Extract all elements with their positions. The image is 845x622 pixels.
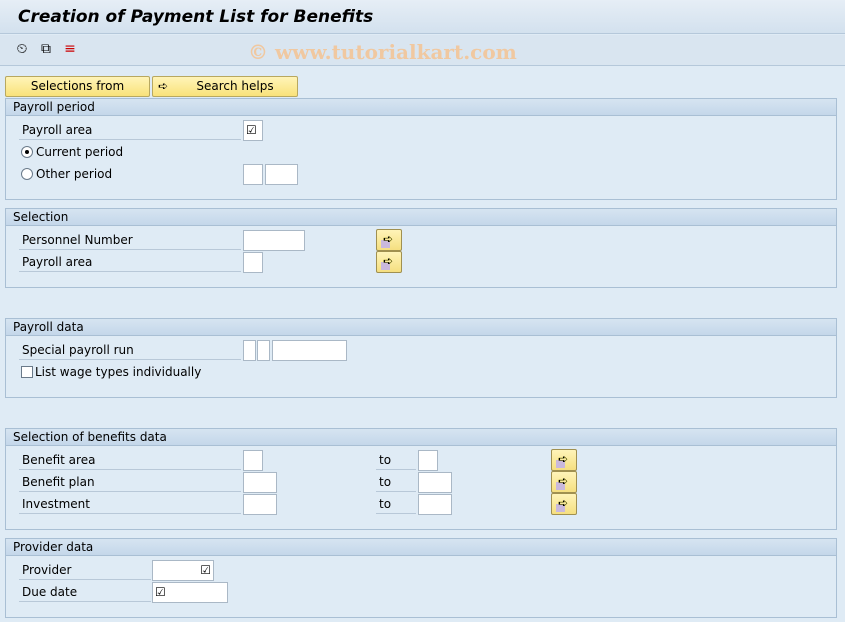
group-header: Provider data bbox=[6, 539, 836, 556]
payroll-area-input[interactable] bbox=[243, 252, 263, 273]
multiple-selection-button[interactable]: ➪ bbox=[376, 251, 402, 273]
multiple-selection-button[interactable]: ➪ bbox=[376, 229, 402, 251]
multiple-selection-button[interactable]: ➪ bbox=[551, 471, 577, 493]
arrow-right-icon: ➪ bbox=[558, 496, 569, 510]
search-helps-label: Search helps bbox=[196, 79, 274, 93]
arrow-right-icon: ➪ bbox=[558, 452, 569, 466]
to-label: to bbox=[376, 450, 416, 470]
benefit-plan-to[interactable] bbox=[418, 472, 452, 493]
group-header: Selection of benefits data bbox=[6, 429, 836, 446]
investment-from[interactable] bbox=[243, 494, 277, 515]
benefit-plan-from[interactable] bbox=[243, 472, 277, 493]
current-period-radio[interactable] bbox=[21, 146, 33, 158]
other-period-radio[interactable] bbox=[21, 168, 33, 180]
current-period-label: Current period bbox=[36, 145, 124, 159]
group-header: Payroll data bbox=[6, 319, 836, 336]
special-payroll-run-label: Special payroll run bbox=[19, 340, 241, 360]
search-helps-button[interactable]: ➪ Search helps bbox=[152, 76, 298, 97]
provider-input[interactable]: ☑ bbox=[152, 560, 214, 581]
arrow-right-icon: ➪ bbox=[558, 474, 569, 488]
benefit-area-label: Benefit area bbox=[19, 450, 241, 470]
special-run-field-1[interactable] bbox=[243, 340, 256, 361]
execute-icon[interactable]: ⏲ bbox=[13, 40, 31, 58]
benefit-area-from[interactable] bbox=[243, 450, 263, 471]
arrow-right-icon: ➪ bbox=[383, 254, 394, 268]
personnel-number-label: Personnel Number bbox=[19, 230, 241, 250]
personnel-number-input[interactable] bbox=[243, 230, 305, 251]
arrow-right-icon: ➪ bbox=[383, 232, 394, 246]
other-period-field-1[interactable] bbox=[243, 164, 263, 185]
selection-options-icon[interactable]: ≡ bbox=[61, 40, 79, 58]
due-date-input[interactable]: ☑ bbox=[152, 582, 228, 603]
arrow-right-icon: ➪ bbox=[158, 79, 169, 93]
special-run-field-3[interactable] bbox=[272, 340, 347, 361]
payroll-area-checkbox[interactable]: ☑ bbox=[243, 120, 263, 141]
get-variant-icon[interactable]: ⧉ bbox=[37, 40, 55, 58]
page-title: Creation of Payment List for Benefits bbox=[18, 7, 374, 27]
list-wage-types-checkbox[interactable] bbox=[21, 366, 33, 378]
special-run-field-2[interactable] bbox=[257, 340, 270, 361]
group-header: Payroll period bbox=[6, 99, 836, 116]
benefit-area-to[interactable] bbox=[418, 450, 438, 471]
selections-from-button[interactable]: Selections from bbox=[5, 76, 150, 97]
investment-to[interactable] bbox=[418, 494, 452, 515]
due-date-label: Due date bbox=[19, 582, 151, 602]
multiple-selection-button[interactable]: ➪ bbox=[551, 449, 577, 471]
to-label: to bbox=[376, 472, 416, 492]
benefit-plan-label: Benefit plan bbox=[19, 472, 241, 492]
payroll-area-label: Payroll area bbox=[19, 120, 241, 140]
investment-label: Investment bbox=[19, 494, 241, 514]
group-header: Selection bbox=[6, 209, 836, 226]
other-period-field-2[interactable] bbox=[265, 164, 298, 185]
multiple-selection-button[interactable]: ➪ bbox=[551, 493, 577, 515]
list-wage-types-label: List wage types individually bbox=[35, 365, 202, 379]
other-period-label: Other period bbox=[36, 167, 113, 181]
to-label: to bbox=[376, 494, 416, 514]
provider-label: Provider bbox=[19, 560, 151, 580]
watermark: © www.tutorialkart.com bbox=[248, 40, 517, 64]
group-payroll-period: Payroll period bbox=[5, 98, 837, 200]
payroll-area-label: Payroll area bbox=[19, 252, 241, 272]
